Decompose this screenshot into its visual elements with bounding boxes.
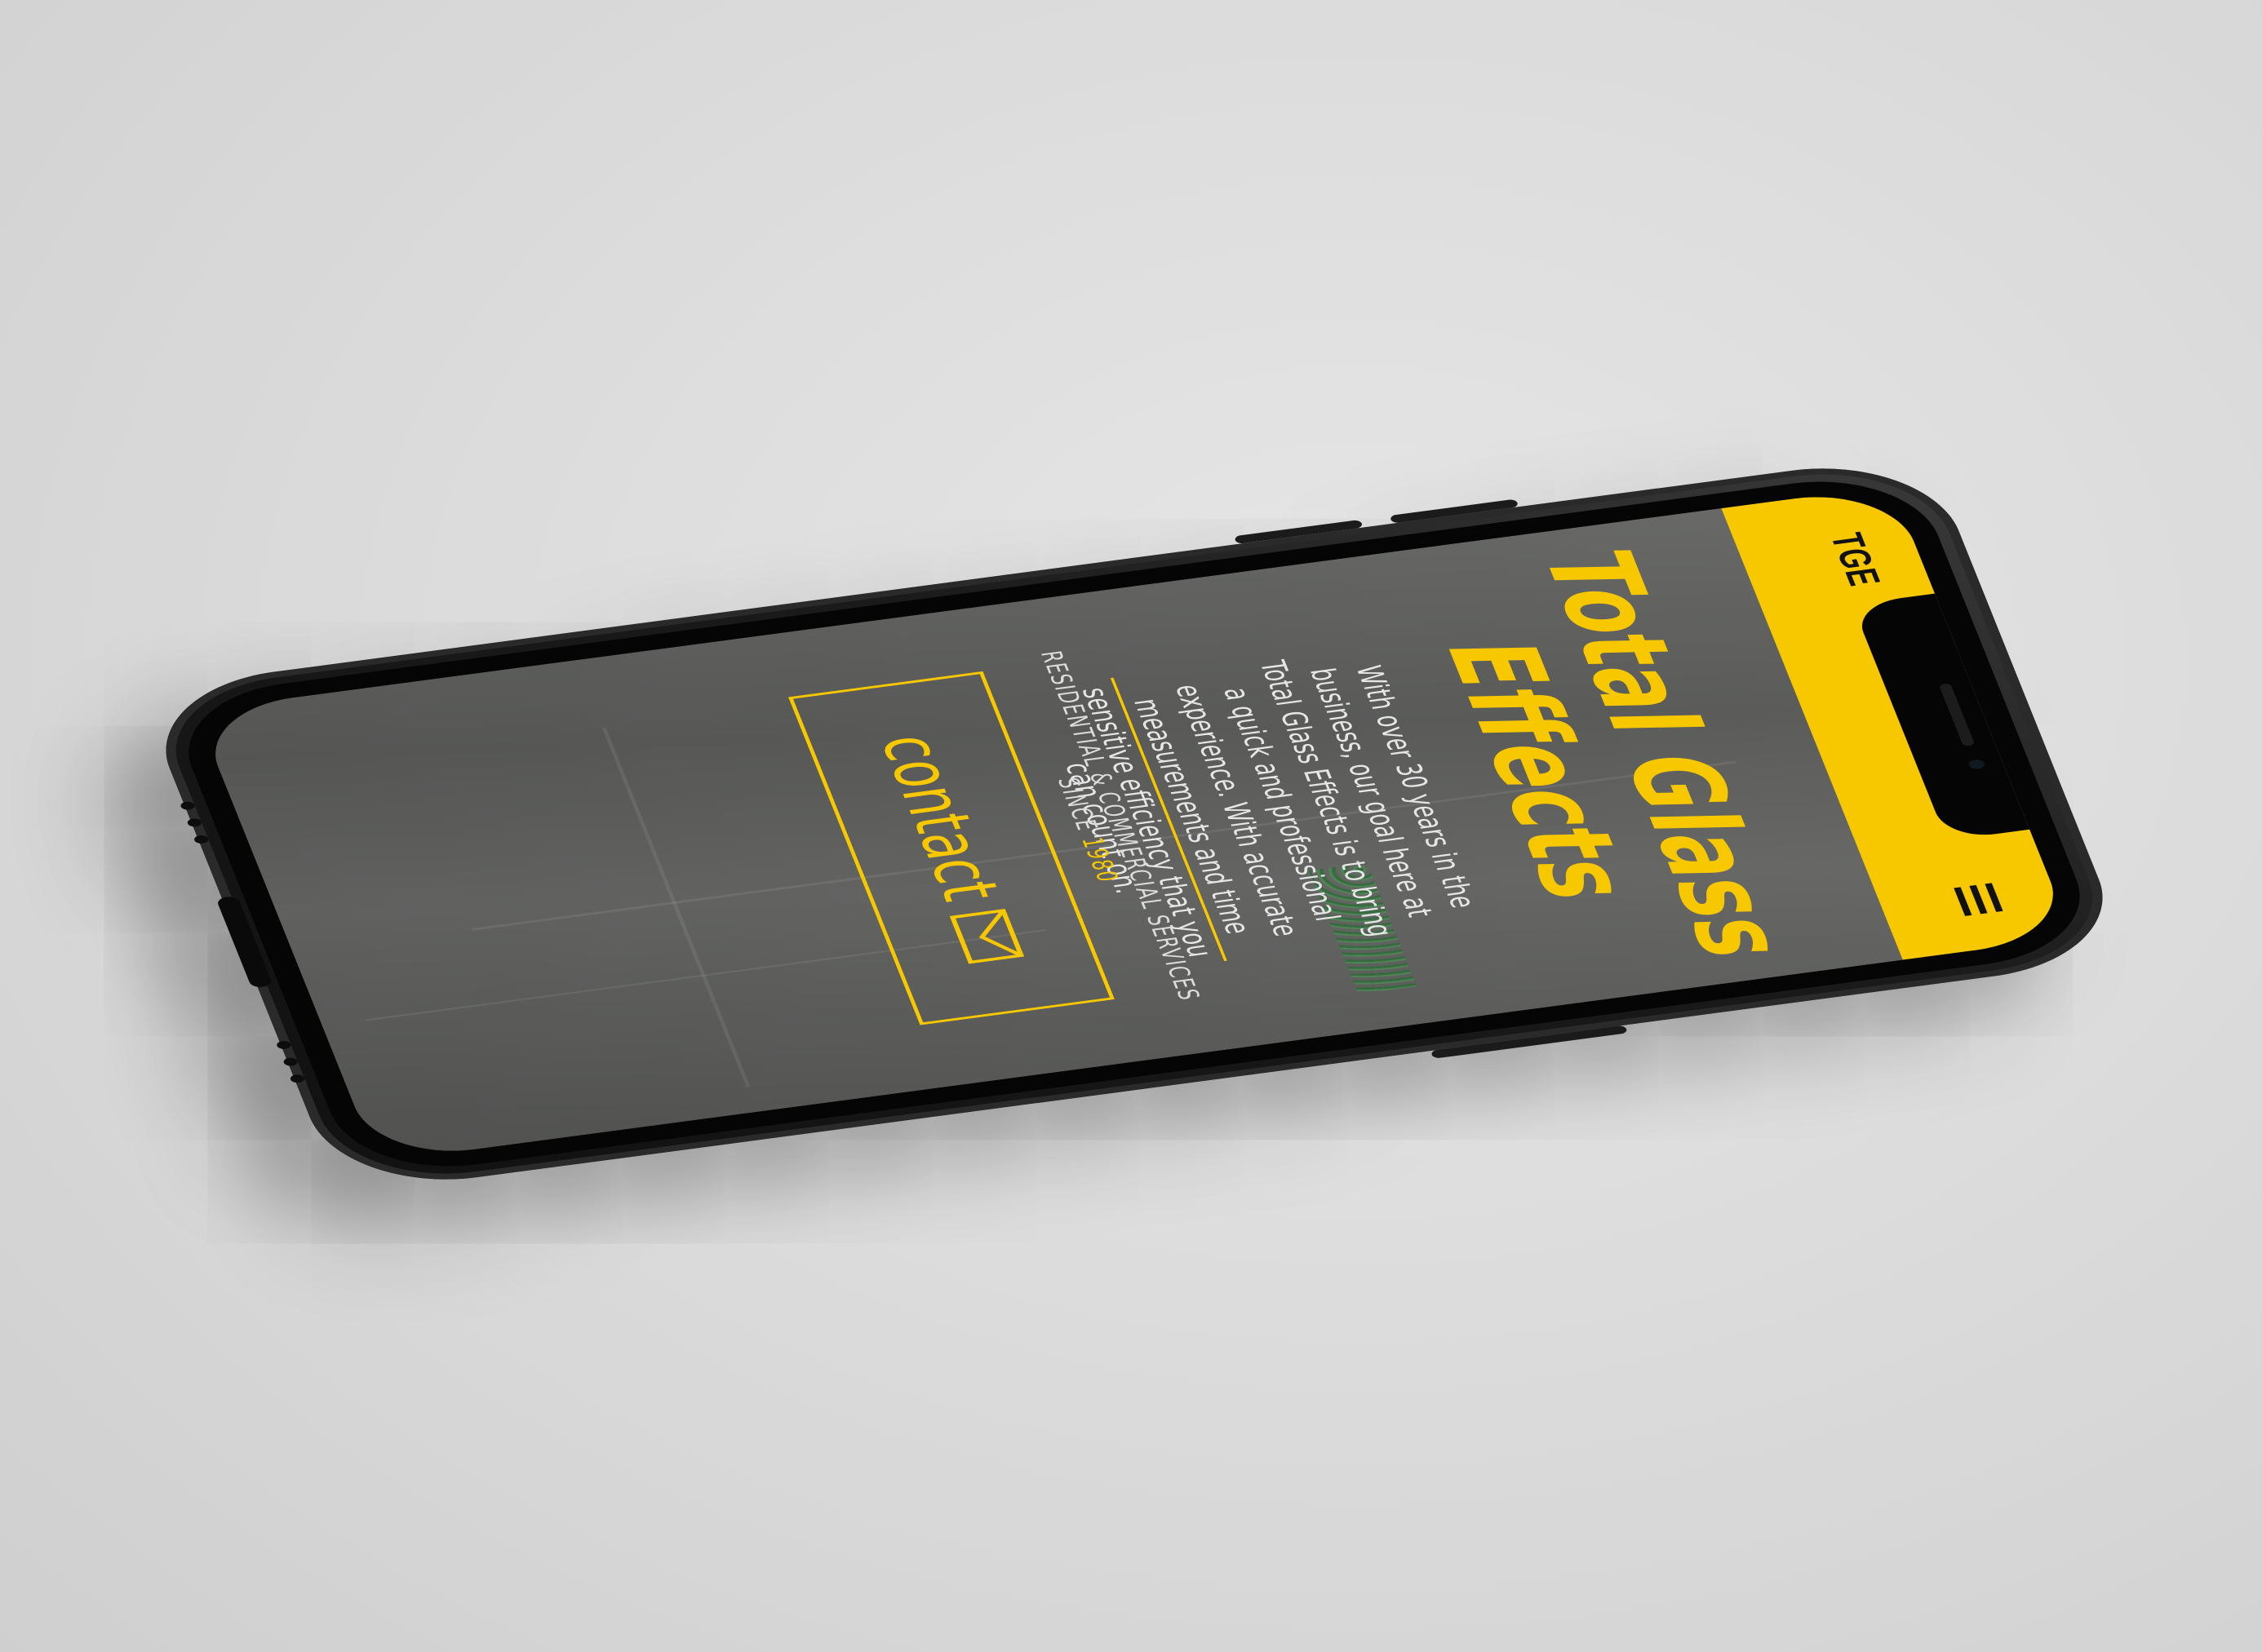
mockup-background: TGE Total Glass Effects With over 30 yea… xyxy=(0,0,2262,1652)
phone-device: TGE Total Glass Effects With over 30 yea… xyxy=(138,452,2131,1196)
envelope-icon xyxy=(949,908,1025,964)
contact-label: contact xyxy=(863,729,1017,906)
hamburger-menu-icon[interactable] xyxy=(1953,883,2003,916)
front-camera-icon xyxy=(1967,759,1987,770)
earpiece-speaker xyxy=(1938,683,1976,747)
site-logo[interactable]: TGE xyxy=(1820,530,1889,589)
phone-screen: TGE Total Glass Effects With over 30 yea… xyxy=(195,485,2074,1163)
